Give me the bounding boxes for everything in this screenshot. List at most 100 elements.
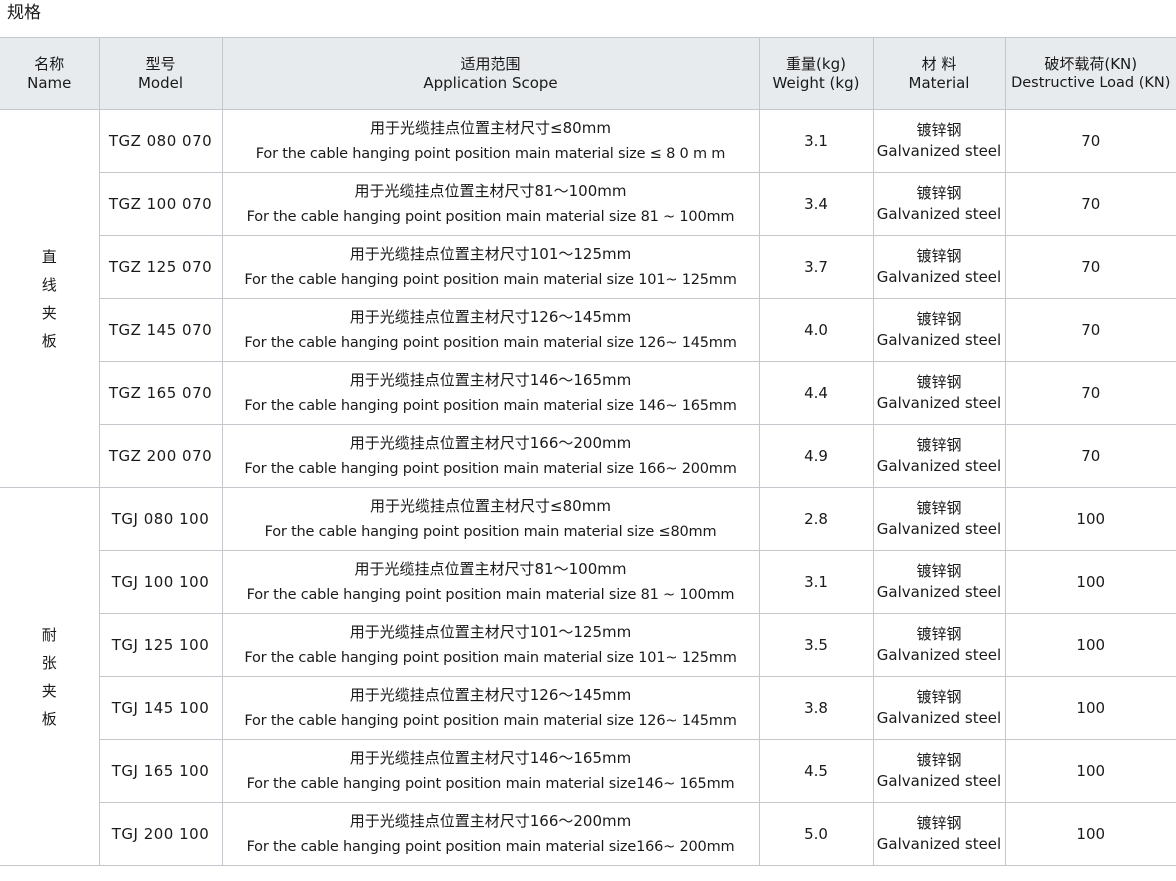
scope-cell: 用于光缆挂点位置主材尺寸146～165mm For the cable hangi…	[221, 739, 760, 803]
category-char: 板	[41, 709, 57, 728]
page-title: 规格	[7, 3, 41, 23]
weight-cell: 3.5	[758, 613, 874, 677]
weight-cell: 5.0	[758, 802, 874, 866]
header-name-en: Name	[27, 73, 72, 92]
category-char: 夹	[41, 681, 57, 700]
spec-table: 名称 Name 型号 Model 适用范围 Application Scope …	[0, 37, 1176, 866]
table-row: TGJ 100 100 用于光缆挂点位置主材尺寸81～100mm For the c…	[0, 550, 1176, 614]
scope-en: For the cable hanging point position mai…	[244, 398, 737, 414]
table-row: TGZ 200 070 用于光缆挂点位置主材尺寸166～200mm For the …	[0, 424, 1176, 488]
model-cell: TGZ 165 070	[99, 361, 223, 425]
load-cell: 70	[1004, 172, 1176, 236]
category-char: 耐	[41, 625, 57, 644]
model-cell: TGZ 100 070	[99, 172, 223, 236]
category-char: 张	[41, 653, 57, 672]
material-cell: 镀锌钢 Galvanized steel	[872, 487, 1006, 551]
weight-cell: 3.7	[758, 235, 874, 299]
scope-cell: 用于光缆挂点位置主材尺寸81～100mm For the cable hangin…	[221, 550, 760, 614]
scope-en: For the cable hanging point position mai…	[246, 209, 735, 225]
material-zh: 镀锌钢	[916, 688, 962, 706]
load-cell: 100	[1004, 739, 1176, 803]
material-cell: 镀锌钢 Galvanized steel	[872, 550, 1006, 614]
table-row: TGZ 125 070 用于光缆挂点位置主材尺寸101～125mm For the …	[0, 235, 1176, 299]
scope-cell: 用于光缆挂点位置主材尺寸126～145mm For the cable hangi…	[221, 298, 760, 362]
material-en: Galvanized steel	[876, 331, 1002, 349]
material-en: Galvanized steel	[876, 394, 1002, 412]
header-weight: 重量(kg) Weight (kg)	[758, 37, 874, 110]
scope-zh: 用于光缆挂点位置主材尺寸≤80mm	[370, 497, 611, 515]
material-en: Galvanized steel	[876, 583, 1002, 601]
material-en: Galvanized steel	[876, 835, 1002, 853]
scope-en: For the cable hanging point position mai…	[246, 776, 735, 792]
header-model: 型号 Model	[98, 37, 223, 110]
scope-cell: 用于光缆挂点位置主材尺寸≤80mm For the cable hanging p…	[221, 109, 760, 173]
scope-zh: 用于光缆挂点位置主材尺寸101～125mm	[349, 623, 632, 641]
table-row: TGJ 165 100 用于光缆挂点位置主材尺寸146～165mm For the …	[0, 739, 1176, 803]
weight-cell: 3.1	[758, 109, 874, 173]
load-cell: 100	[1004, 802, 1176, 866]
scope-zh: 用于光缆挂点位置主材尺寸166～200mm	[349, 812, 632, 830]
header-weight-zh: 重量(kg)	[786, 54, 846, 73]
material-cell: 镀锌钢 Galvanized steel	[872, 802, 1006, 866]
category-char: 板	[41, 331, 57, 350]
scope-cell: 用于光缆挂点位置主材尺寸81～100mm For the cable hangin…	[221, 172, 760, 236]
scope-zh: 用于光缆挂点位置主材尺寸101～125mm	[349, 245, 632, 263]
material-cell: 镀锌钢 Galvanized steel	[872, 613, 1006, 677]
material-zh: 镀锌钢	[916, 310, 962, 328]
material-en: Galvanized steel	[876, 205, 1002, 223]
scope-cell: 用于光缆挂点位置主材尺寸101～125mm For the cable hangi…	[221, 613, 760, 677]
header-weight-en: Weight (kg)	[772, 73, 860, 92]
model-cell: TGZ 200 070	[99, 424, 223, 488]
header-scope-en: Application Scope	[423, 73, 558, 92]
scope-cell: 用于光缆挂点位置主材尺寸101～125mm For the cable hangi…	[221, 235, 760, 299]
material-en: Galvanized steel	[876, 142, 1002, 160]
weight-cell: 4.5	[758, 739, 874, 803]
weight-cell: 4.9	[758, 424, 874, 488]
table-row: TGZ 100 070 用于光缆挂点位置主材尺寸81～100mm For the c…	[0, 172, 1176, 236]
category-char: 线	[41, 275, 57, 294]
material-cell: 镀锌钢 Galvanized steel	[872, 298, 1006, 362]
model-cell: TGZ 080 070	[98, 109, 223, 173]
scope-en: For the cable hanging point position mai…	[244, 713, 737, 729]
material-zh: 镀锌钢	[916, 625, 962, 643]
scope-cell: 用于光缆挂点位置主材尺寸146～165mm For the cable hangi…	[221, 361, 760, 425]
scope-zh: 用于光缆挂点位置主材尺寸126～145mm	[349, 686, 632, 704]
scope-zh: 用于光缆挂点位置主材尺寸81～100mm	[354, 560, 627, 578]
weight-cell: 3.1	[758, 550, 874, 614]
material-en: Galvanized steel	[876, 520, 1002, 538]
spec-body: 直线夹板 TGZ 080 070 用于光缆挂点位置主材尺寸≤80mm For the …	[0, 109, 1176, 866]
load-cell: 70	[1004, 298, 1176, 362]
material-cell: 镀锌钢 Galvanized steel	[872, 739, 1006, 803]
header-material: 材 料 Material	[872, 37, 1006, 110]
scope-en: For the cable hanging point position mai…	[244, 650, 737, 666]
scope-cell: 用于光缆挂点位置主材尺寸≤80mm For the cable hanging p…	[221, 487, 760, 551]
header-model-zh: 型号	[145, 54, 176, 73]
header-material-en: Material	[908, 73, 970, 92]
scope-zh: 用于光缆挂点位置主材尺寸126～145mm	[349, 308, 632, 326]
category-char: 直	[41, 247, 57, 266]
table-row: TGJ 145 100 用于光缆挂点位置主材尺寸126～145mm For the …	[0, 676, 1176, 740]
model-cell: TGZ 145 070	[99, 298, 223, 362]
load-cell: 70	[1004, 235, 1176, 299]
scope-en: For the cable hanging point position mai…	[264, 524, 717, 540]
material-en: Galvanized steel	[876, 457, 1002, 475]
material-zh: 镀锌钢	[916, 499, 962, 517]
material-cell: 镀锌钢 Galvanized steel	[872, 172, 1006, 236]
spec-page: 规格 名称 Name 型号 Model 适用范围 Application Sco…	[0, 0, 1176, 881]
scope-zh: 用于光缆挂点位置主材尺寸146～165mm	[349, 371, 632, 389]
scope-cell: 用于光缆挂点位置主材尺寸166～200mm For the cable hangi…	[221, 802, 760, 866]
table-row: 耐张夹板 TGJ 080 100 用于光缆挂点位置主材尺寸≤80mm For the …	[0, 487, 1176, 866]
header-row: 名称 Name 型号 Model 适用范围 Application Scope …	[0, 37, 1176, 110]
scope-en: For the cable hanging point position mai…	[244, 461, 737, 477]
table-row: TGZ 165 070 用于光缆挂点位置主材尺寸146～165mm For the …	[0, 361, 1176, 425]
material-en: Galvanized steel	[876, 646, 1002, 664]
material-zh: 镀锌钢	[916, 247, 962, 265]
weight-cell: 2.8	[758, 487, 874, 551]
header-name: 名称 Name	[0, 37, 100, 110]
header-material-zh: 材 料	[921, 54, 957, 73]
model-cell: TGJ 125 100	[99, 613, 223, 677]
scope-cell: 用于光缆挂点位置主材尺寸166～200mm For the cable hangi…	[221, 424, 760, 488]
material-zh: 镀锌钢	[916, 373, 962, 391]
load-cell: 70	[1004, 109, 1176, 173]
model-cell: TGJ 100 100	[99, 550, 223, 614]
